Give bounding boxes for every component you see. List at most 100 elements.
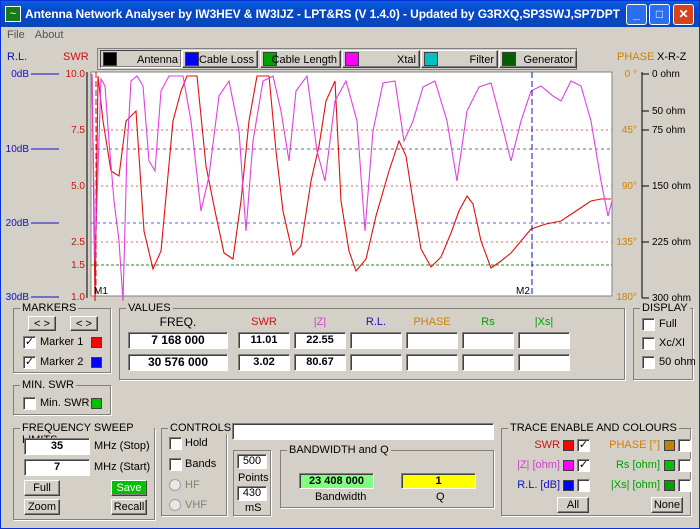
values-cell: 3.02 — [238, 354, 290, 371]
phase-tick-label: 90° — [622, 181, 637, 192]
rl-tick-label: 20dB — [6, 218, 30, 229]
rl-tick-label: 10dB — [6, 144, 30, 155]
marker2-label-text: Marker 2 — [40, 356, 84, 368]
controls-group: CONTROLS Hold Bands HF VHF — [161, 422, 234, 516]
menu-file[interactable]: File — [7, 27, 25, 43]
cable-loss-icon — [185, 52, 199, 66]
ms-input[interactable]: 430 — [237, 486, 267, 501]
maximize-button[interactable]: □ — [649, 4, 670, 25]
values-cell — [406, 354, 458, 371]
trace-color-swatch[interactable] — [664, 460, 675, 471]
sweep-stop-label: MHz (Stop) — [94, 440, 150, 452]
trace-checkbox[interactable] — [678, 439, 691, 452]
swr-tick-label: 1.5 — [71, 260, 85, 271]
values-cell — [462, 332, 514, 349]
swr-tick-label: 2.5 — [71, 237, 85, 248]
close-button[interactable]: ✕ — [673, 4, 694, 25]
trace-checkbox[interactable] — [678, 479, 691, 492]
trace-checkbox[interactable]: ✓ — [577, 459, 590, 472]
window-title: Antenna Network Analyser by IW3HEV & IW3… — [25, 7, 620, 21]
values-header: SWR — [251, 316, 277, 328]
bands-checkbox[interactable] — [169, 458, 182, 471]
trace-title: TRACE ENABLE AND COLOURS — [508, 422, 679, 434]
display-xcxl-label: Xc/Xl — [659, 337, 685, 349]
menu-about[interactable]: About — [35, 27, 64, 43]
marker1-color-swatch[interactable] — [91, 337, 102, 348]
generator-icon — [502, 52, 516, 66]
phase-axis-title: PHASE — [617, 51, 655, 63]
minimize-button[interactable]: _ — [626, 4, 647, 25]
trace-checkbox[interactable] — [678, 459, 691, 472]
values-cell: 11.01 — [238, 332, 290, 349]
marker1-checkbox[interactable]: ✓ — [23, 336, 36, 349]
title-bar: ~ Antenna Network Analyser by IW3HEV & I… — [1, 1, 699, 27]
bandwidth-title: BANDWIDTH and Q — [287, 444, 391, 456]
swr-tick-label: 10.0 — [66, 69, 86, 80]
q-label: Q — [436, 491, 445, 503]
save-button[interactable]: Save — [111, 480, 147, 496]
trace-color-swatch[interactable] — [563, 440, 574, 451]
values-cell — [462, 354, 514, 371]
hf-radio[interactable] — [169, 479, 181, 491]
min-swr-color-swatch[interactable] — [91, 398, 102, 409]
plot-background — [90, 71, 613, 297]
points-label: Points — [238, 472, 269, 484]
trace-checkbox[interactable] — [577, 479, 590, 492]
trace-label: R.L. [dB] — [517, 479, 560, 491]
marker1-step-button[interactable]: < > — [28, 316, 56, 331]
trace-none-button[interactable]: None — [651, 497, 683, 513]
trace-color-swatch[interactable] — [664, 440, 675, 451]
sweep-group: FREQUENCY SWEEP LIMITS 35 MHz (Stop) 7 M… — [13, 422, 155, 520]
trace-checkbox[interactable]: ✓ — [577, 439, 590, 452]
bandwidth-label: Bandwidth — [315, 491, 367, 503]
values-header: |Xs| — [534, 316, 554, 328]
display-full-checkbox[interactable] — [642, 318, 655, 331]
values-cell: 22.55 — [294, 332, 346, 349]
points-input[interactable]: 500 — [237, 454, 267, 469]
ohm-tick-label: 150 ohm — [652, 181, 691, 192]
marker2-color-swatch[interactable] — [91, 357, 102, 368]
trace-label: |Z| [ohm] — [516, 459, 560, 471]
xrz-axis-title: X-R-Z — [657, 51, 687, 63]
display-group: DISPLAY Full Xc/Xl 50 ohm — [633, 302, 696, 380]
trace-label: Rs [ohm] — [615, 459, 660, 471]
marker2-checkbox[interactable]: ✓ — [23, 356, 36, 369]
values-cell — [406, 332, 458, 349]
app-icon: ~ — [5, 6, 21, 22]
values-header: |Z| — [313, 316, 327, 328]
phase-tick-label: 135° — [616, 237, 637, 248]
trace-label: SWR — [534, 439, 560, 451]
rl-axis-title: R.L. — [7, 51, 28, 63]
sweep-stop-input[interactable]: 35 — [24, 438, 90, 455]
full-button[interactable]: Full — [24, 480, 60, 496]
ohm-tick-label: 50 ohm — [652, 106, 685, 117]
marker2-step-button[interactable]: < > — [70, 316, 98, 331]
trace-all-button[interactable]: All — [557, 497, 589, 513]
bands-label: Bands — [185, 458, 217, 470]
hold-checkbox[interactable] — [169, 437, 182, 450]
vhf-radio[interactable] — [169, 499, 181, 511]
phase-tick-label: 180° — [616, 292, 637, 303]
recall-button[interactable]: Recall — [111, 499, 147, 515]
min-swr-checkbox[interactable] — [23, 397, 36, 410]
display-xcxl-checkbox[interactable] — [642, 337, 655, 350]
status-text-field[interactable] — [232, 423, 494, 440]
trace-color-swatch[interactable] — [563, 460, 574, 471]
antenna-icon — [103, 52, 117, 66]
zoom-button[interactable]: Zoom — [24, 499, 60, 515]
main-window: ~ Antenna Network Analyser by IW3HEV & I… — [0, 0, 700, 529]
marker1-label-text: Marker 1 — [40, 336, 84, 348]
min-swr-group: MIN. SWR Min. SWR — [13, 379, 111, 415]
trace-color-swatch[interactable] — [563, 480, 574, 491]
markers-group: MARKERS < > < > ✓ Marker 1 ✓ Marker 2 — [13, 302, 111, 373]
sweep-start-input[interactable]: 7 — [24, 459, 90, 476]
plot-area[interactable]: 0dB10dB20dB30dB10.07.55.02.51.51.00 °45°… — [1, 65, 700, 303]
markers-title: MARKERS — [20, 302, 79, 314]
trace-color-swatch[interactable] — [664, 480, 675, 491]
values-cell: 30 576 000 — [128, 354, 228, 371]
points-group: 500 Points 430 mS — [233, 450, 271, 516]
values-cell — [518, 354, 570, 371]
display-50ohm-checkbox[interactable] — [642, 356, 655, 369]
sweep-start-label: MHz (Start) — [94, 461, 151, 473]
hold-label: Hold — [185, 437, 208, 449]
